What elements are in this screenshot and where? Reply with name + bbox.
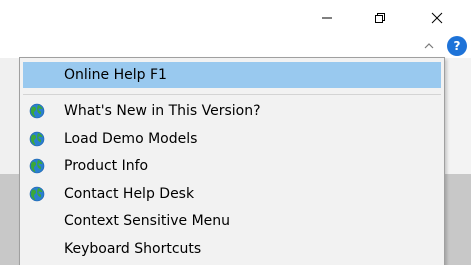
menu-item-load-demo-models[interactable]: Load Demo Models (23, 126, 441, 152)
menu-item-label: Load Demo Models (64, 131, 198, 147)
ribbon-strip (0, 36, 471, 58)
minimize-button[interactable] (304, 0, 350, 36)
menu-item-contact-help-desk[interactable]: Contact Help Desk (23, 181, 441, 207)
menu-item-context-sensitive-menu[interactable]: Context Sensitive Menu (23, 208, 441, 234)
help-label: ? (453, 39, 461, 53)
chevron-up-icon (424, 43, 434, 49)
close-button[interactable] (414, 0, 460, 36)
globe-icon (29, 131, 45, 147)
help-button[interactable]: ? (447, 36, 467, 56)
menu-item-label: Online Help F1 (64, 67, 167, 83)
menu-item-whats-new[interactable]: What's New in This Version? (23, 98, 441, 124)
menu-item-online-help[interactable]: Online Help F1 (23, 62, 441, 88)
close-icon (431, 12, 443, 24)
restore-icon (375, 13, 385, 23)
background-panel (444, 58, 471, 174)
menu-item-label: What's New in This Version? (64, 103, 261, 119)
background-panel (0, 174, 20, 265)
menu-item-keyboard-shortcuts[interactable]: Keyboard Shortcuts (23, 236, 441, 262)
globe-icon (29, 186, 45, 202)
menu-item-label: Context Sensitive Menu (64, 213, 231, 229)
collapse-ribbon-button[interactable] (421, 38, 437, 54)
menu-item-label: Keyboard Shortcuts (64, 241, 202, 257)
background-panel (0, 58, 20, 174)
help-menu: Online Help F1 What's New in This Versio… (19, 57, 445, 265)
menu-item-product-info[interactable]: Product Info (23, 153, 441, 179)
menu-item-label: Contact Help Desk (64, 186, 195, 202)
menu-item-label: Product Info (64, 158, 149, 174)
restore-button[interactable] (357, 0, 403, 36)
title-bar (0, 0, 471, 36)
globe-icon (29, 103, 45, 119)
background-panel (444, 174, 471, 265)
globe-icon (29, 158, 45, 174)
menu-separator (23, 94, 441, 95)
minimize-icon (322, 17, 332, 19)
